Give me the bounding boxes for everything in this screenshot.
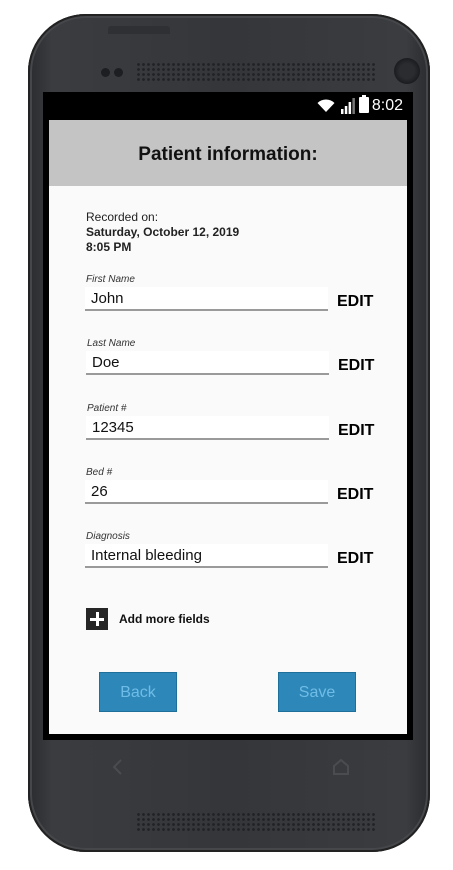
sensor-dots (101, 68, 123, 77)
edit-bed-number-button[interactable]: EDIT (337, 486, 373, 504)
first-name-input[interactable]: John (85, 287, 328, 311)
screen: 8:02 Patient information: Recorded on: S… (43, 92, 413, 740)
patient-number-label: Patient # (87, 403, 127, 414)
app-screen: Patient information: Recorded on: Saturd… (49, 120, 407, 734)
recorded-time: 8:05 PM (86, 240, 132, 254)
bed-number-label: Bed # (86, 467, 113, 478)
diagnosis-label: Diagnosis (86, 531, 130, 542)
status-bar: 8:02 (43, 92, 413, 120)
nav-back-icon[interactable] (110, 758, 124, 776)
bottom-speaker (136, 812, 376, 832)
header: Patient information: (49, 120, 407, 186)
diagnosis-input[interactable]: Internal bleeding (85, 544, 328, 568)
edit-last-name-button[interactable]: EDIT (338, 357, 374, 375)
recorded-info: Recorded on: Saturday, October 12, 2019 … (86, 210, 239, 255)
edit-diagnosis-button[interactable]: EDIT (337, 550, 373, 568)
edit-patient-number-button[interactable]: EDIT (338, 422, 374, 440)
add-more-fields-label: Add more fields (119, 612, 210, 626)
wifi-icon (317, 99, 335, 112)
recorded-label: Recorded on: (86, 210, 159, 224)
edit-first-name-button[interactable]: EDIT (337, 293, 373, 311)
battery-icon (359, 95, 369, 113)
save-button[interactable]: Save (278, 672, 356, 712)
bed-number-input[interactable]: 26 (85, 480, 328, 504)
first-name-label: First Name (86, 274, 135, 285)
patient-number-input[interactable]: 12345 (86, 416, 329, 440)
status-time: 8:02 (371, 97, 403, 114)
front-camera (394, 58, 420, 84)
power-button (108, 26, 170, 34)
signal-icon (341, 98, 355, 114)
last-name-label: Last Name (87, 338, 136, 349)
last-name-input[interactable]: Doe (86, 351, 329, 375)
page-title: Patient information: (138, 144, 318, 165)
add-more-fields-button[interactable]: Add more fields (86, 608, 210, 630)
plus-icon (86, 608, 108, 630)
recorded-date: Saturday, October 12, 2019 (86, 225, 240, 239)
back-button[interactable]: Back (99, 672, 177, 712)
nav-home-icon[interactable] (332, 758, 350, 776)
earpiece-speaker (136, 62, 376, 82)
